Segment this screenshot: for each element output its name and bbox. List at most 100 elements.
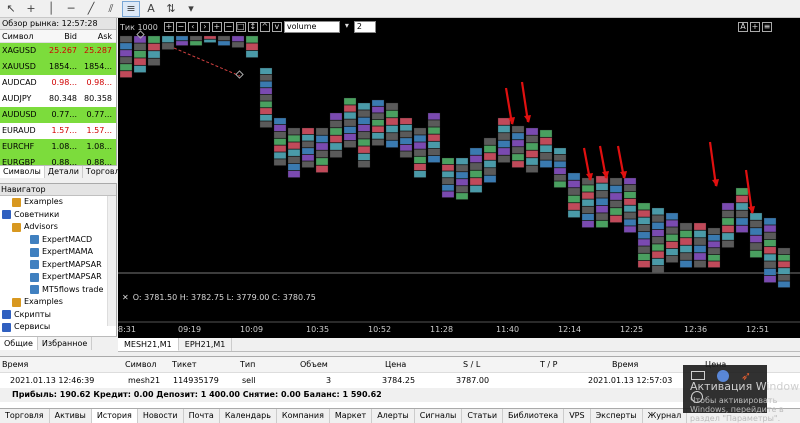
fibonacci-icon[interactable]: ≡ [122, 0, 140, 17]
column-header[interactable]: Тип [240, 358, 255, 372]
footprint-cell [133, 50, 147, 58]
ask-column-header[interactable]: Ask [77, 30, 114, 42]
channel-icon[interactable]: ⫽ [102, 1, 120, 17]
market-row[interactable]: XAUUSD 1854... 1854... [0, 59, 116, 75]
market-row[interactable]: AUDJPY 80.348 80.358 [0, 91, 116, 107]
column-header[interactable]: Символ [125, 358, 157, 372]
toolbox-tab[interactable]: Библиотека [503, 409, 565, 423]
footprint-cell [581, 220, 595, 228]
text-icon[interactable]: A [142, 1, 160, 17]
auto-scale-button[interactable]: A [738, 22, 748, 32]
navigator-item[interactable]: ExpertMAPSAR [0, 271, 116, 284]
column-header[interactable]: Тикет [172, 358, 197, 372]
toolbox-tab[interactable]: История [91, 409, 138, 423]
footprint-cell [665, 227, 679, 235]
footprint-cell [693, 260, 707, 268]
navigator-item[interactable]: Advisors [0, 221, 116, 234]
volume-select[interactable]: volume [283, 21, 340, 33]
toolbox-tab[interactable]: Почта [184, 409, 220, 423]
shift-right-icon[interactable]: › [199, 22, 210, 32]
toolbox-tab[interactable]: Журнал [643, 409, 688, 423]
toolbox-tab[interactable]: Маркет [330, 409, 373, 423]
column-header[interactable]: Цена [385, 358, 406, 372]
tab-details[interactable]: Детали [45, 166, 83, 178]
navigator-item[interactable]: ExpertMAMA [0, 246, 116, 259]
navigator-item-label: ExpertMAPSAR [42, 272, 102, 281]
crosshair-icon[interactable]: + [22, 1, 40, 17]
tab-favorites[interactable]: Избранное [38, 337, 93, 350]
toolbox-tab[interactable]: Эксперты [591, 409, 643, 423]
zoom-out-icon[interactable]: − [223, 22, 234, 32]
fit-icon[interactable]: □ [235, 22, 246, 32]
number-select[interactable]: 2 [353, 21, 376, 33]
footprint-cell [525, 142, 539, 151]
market-row[interactable]: EURAUD 1.57... 1.57... [0, 123, 116, 139]
scale-icon[interactable]: ↕ [247, 22, 258, 32]
footprint-cell [777, 281, 791, 288]
tab-mesh21[interactable]: MESH21,M1 [118, 338, 179, 351]
down-icon[interactable]: v [271, 22, 282, 32]
market-row[interactable]: AUDCAD 0.98... 0.98... [0, 75, 116, 91]
market-row[interactable]: XAGUSD 25.267 25.287 [0, 43, 116, 59]
footprint-cell [203, 35, 217, 40]
market-row[interactable]: EURGBP 0.88... 0.88... [0, 155, 116, 165]
navigator-item[interactable]: Examples [0, 296, 116, 309]
shift-left-icon[interactable]: ‹ [187, 22, 198, 32]
footprint-cell [595, 220, 609, 228]
market-row[interactable]: EURCHF 1.08... 1.08... [0, 139, 116, 155]
navigator-panel: Навигатор Examples Советники Advisors Exper… [0, 183, 117, 338]
toolbox-tab[interactable]: Новости [138, 409, 184, 423]
tab-eph21[interactable]: EPH21,M1 [179, 338, 233, 351]
column-header[interactable]: T / P [540, 358, 558, 372]
expand-icon[interactable]: + [163, 22, 174, 32]
column-header[interactable]: Объем [300, 358, 328, 372]
footprint-cell [371, 132, 385, 140]
tab-symbols[interactable]: Символы [0, 166, 45, 178]
toolbox-tab[interactable]: Календарь [220, 409, 277, 423]
market-watch-list: XAGUSD 25.267 25.287 XAUUSD 1854... 1854... AU… [0, 43, 116, 165]
navigator-item[interactable]: Скрипты [0, 309, 116, 322]
trendline-icon[interactable]: ╱ [82, 1, 100, 17]
collapse-icon[interactable]: − [175, 22, 186, 32]
up-icon[interactable]: ^ [259, 22, 270, 32]
toolbox-tab[interactable]: Торговля [0, 409, 50, 423]
toolbox-tab[interactable]: VPS [564, 409, 591, 423]
footprint-cell [133, 58, 147, 66]
navigator-item[interactable]: ExpertMAPSAR [0, 259, 116, 272]
navigator-scrollbar[interactable] [107, 196, 116, 326]
navigator-item[interactable]: Сервисы [0, 321, 116, 334]
market-row[interactable]: AUDUSD 0.77... 0.77... [0, 107, 116, 123]
table-cell: 3784.25 [382, 376, 416, 385]
zoom-in-icon[interactable]: + [211, 22, 222, 32]
bid-column-header[interactable]: Bid [42, 30, 77, 42]
navigator-item[interactable]: MT5flows trade [0, 284, 116, 297]
footprint-cell [721, 202, 735, 211]
symbol-column-header[interactable]: Символ [0, 30, 42, 42]
column-header[interactable]: Время [2, 358, 28, 372]
column-header[interactable]: S / L [463, 358, 480, 372]
cursor-icon[interactable]: ↖ [2, 1, 20, 17]
toolbox-tab[interactable]: Активы [50, 409, 92, 423]
horizontal-line-icon[interactable]: ─ [62, 1, 80, 17]
navigator-item[interactable]: ExpertMACD [0, 234, 116, 247]
chart-window[interactable]: Тик 1000 + − ‹ › + − □ ↕ ^ v volume ▾ 2 … [118, 18, 800, 338]
add-button[interactable]: + [750, 22, 760, 32]
column-header[interactable]: Время [612, 358, 638, 372]
arrows-icon[interactable]: ⇅ [162, 1, 180, 17]
footprint-cell [609, 200, 623, 208]
tab-common[interactable]: Общие [0, 337, 38, 350]
footprint-cell [623, 205, 637, 213]
footprint-chart[interactable] [118, 18, 800, 338]
toolbox-tab[interactable]: Компания [277, 409, 330, 423]
menu-button[interactable]: ≡ [762, 22, 772, 32]
navigator-item[interactable]: Советники [0, 209, 116, 222]
periods-icon[interactable]: ▾ [182, 1, 200, 17]
toolbox-tab[interactable]: Алерты [372, 409, 415, 423]
chevron-down-icon[interactable]: ▾ [342, 22, 352, 32]
toolbox-tab[interactable]: Статьи [462, 409, 504, 423]
toolbox-tab[interactable]: Сигналы [415, 409, 463, 423]
footprint-cell [371, 112, 385, 120]
vertical-line-icon[interactable]: │ [42, 1, 60, 17]
navigator-item[interactable]: Examples [0, 196, 116, 209]
table-row[interactable]: 2021.01.13 12:46:39 mesh21 114935179 sell 3 3… [0, 374, 800, 388]
